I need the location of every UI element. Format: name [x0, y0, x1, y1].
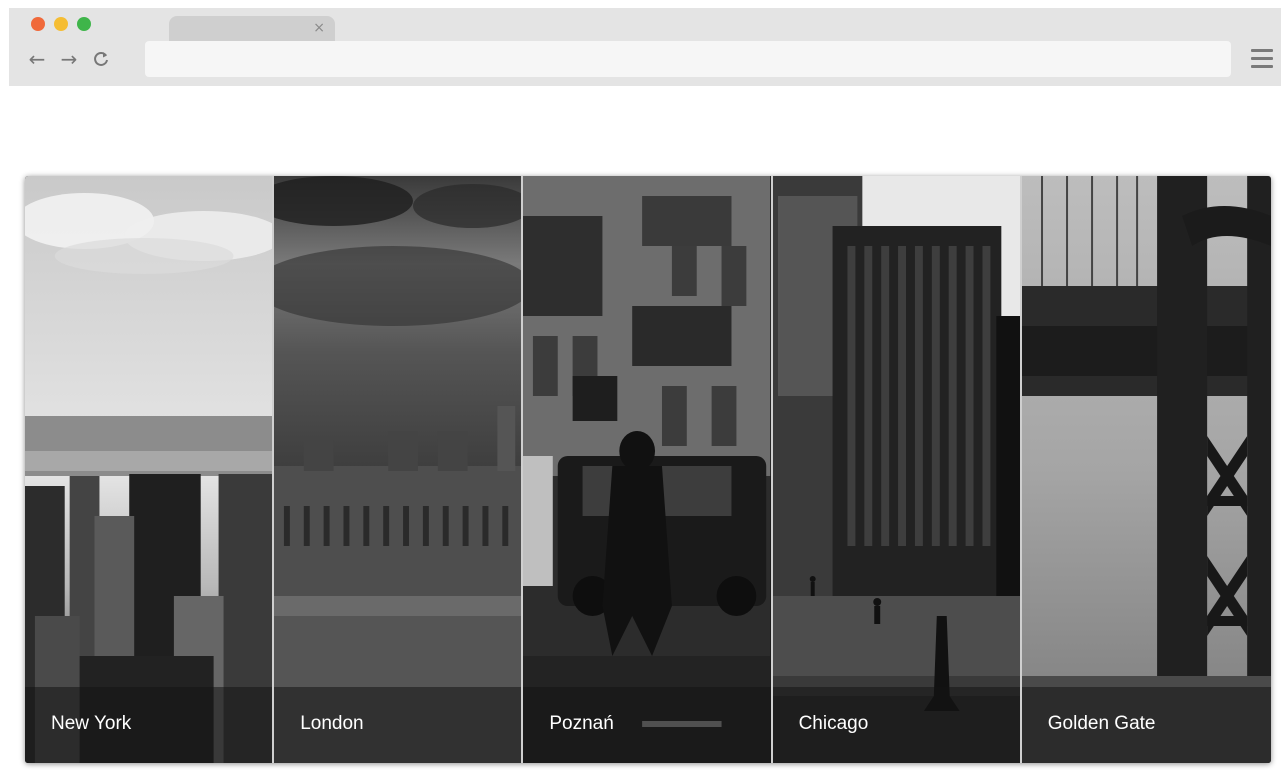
panel-caption: Golden Gate [1021, 687, 1271, 763]
navigation-buttons: ← → [27, 47, 111, 71]
city-accordion-gallery: New York London Poznań Chicago Golden Ga… [25, 176, 1271, 763]
gallery-panel-london[interactable]: London [274, 176, 524, 763]
tab-close-icon[interactable]: × [313, 20, 325, 36]
window-controls [31, 17, 91, 31]
panel-label: Golden Gate [1047, 713, 1156, 734]
panel-label: Poznań [549, 713, 614, 734]
reload-icon-glyph [94, 51, 108, 66]
browser-tab[interactable]: × [169, 16, 335, 42]
close-window-button[interactable] [31, 17, 45, 31]
panel-label: Chicago [798, 713, 869, 734]
back-arrow-icon[interactable]: ← [27, 47, 47, 71]
panel-caption: New York [25, 687, 273, 763]
gallery-panel-poznan[interactable]: Poznań [523, 176, 773, 763]
browser-chrome: × ← → [9, 8, 1281, 86]
panel-caption: Chicago [772, 687, 1020, 763]
hamburger-menu-icon[interactable] [1251, 49, 1273, 69]
panel-label: New York [51, 713, 132, 734]
panel-caption: Poznań [523, 687, 771, 763]
gallery-panel-chicago[interactable]: Chicago [772, 176, 1022, 763]
london-parliament-photo [274, 176, 522, 763]
minimize-window-button[interactable] [54, 17, 68, 31]
address-bar[interactable] [145, 41, 1231, 77]
poznan-street-photo [523, 176, 771, 763]
gallery-panel-new-york[interactable]: New York [25, 176, 275, 763]
gallery-panel-golden-gate[interactable]: Golden Gate [1021, 176, 1271, 763]
new-york-skyline-photo [25, 176, 273, 763]
maximize-window-button[interactable] [77, 17, 91, 31]
reload-icon[interactable] [91, 48, 111, 70]
panel-caption: London [274, 687, 522, 763]
forward-arrow-icon[interactable]: → [59, 47, 79, 71]
chicago-tower-photo [772, 176, 1020, 763]
golden-gate-bridge-photo [1021, 176, 1271, 763]
panel-label: London [300, 713, 364, 734]
